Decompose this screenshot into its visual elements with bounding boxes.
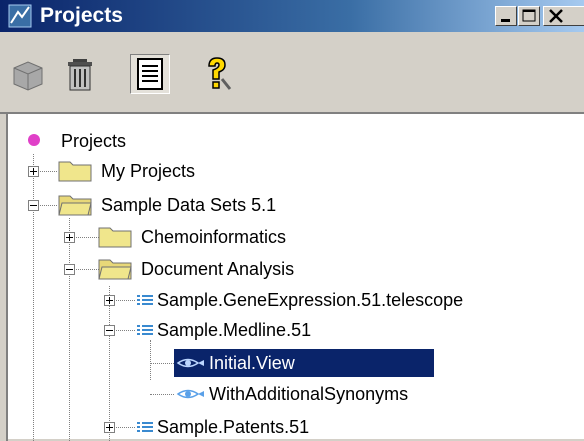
title-bar[interactable]: Projects bbox=[0, 0, 584, 32]
open-folder-icon bbox=[58, 195, 92, 216]
tree-node-label: Sample Data Sets 5.1 bbox=[101, 195, 277, 215]
expand-toggle[interactable] bbox=[64, 232, 75, 243]
delete-button[interactable] bbox=[60, 54, 100, 94]
maximize-button[interactable] bbox=[518, 6, 540, 26]
dataset-icon bbox=[137, 295, 153, 305]
tree-node-projects[interactable]: Projects bbox=[58, 128, 129, 154]
projects-app-icon bbox=[8, 4, 32, 28]
toolbar bbox=[0, 32, 584, 112]
document-icon bbox=[137, 58, 163, 90]
tree-node-label: Sample.Medline.51 bbox=[157, 320, 312, 340]
collapse-toggle[interactable] bbox=[28, 200, 39, 211]
folder-icon bbox=[58, 161, 92, 182]
collapse-toggle[interactable] bbox=[64, 264, 75, 275]
view-icon bbox=[176, 389, 204, 399]
dataset-icon bbox=[137, 325, 153, 335]
root-dot-icon bbox=[28, 134, 40, 146]
maximize-icon bbox=[522, 9, 536, 22]
tree-node-label: Sample.GeneExpression.51.telescope bbox=[157, 290, 464, 310]
tree-node-medline[interactable]: Sample.Medline.51 bbox=[154, 317, 314, 343]
tree-node-my-projects[interactable]: My Projects bbox=[98, 158, 198, 184]
minimize-button[interactable] bbox=[495, 6, 517, 26]
collapse-toggle[interactable] bbox=[104, 325, 115, 336]
document-view-button[interactable] bbox=[130, 54, 170, 94]
help-button[interactable] bbox=[196, 54, 236, 94]
tree-node-initial-view[interactable]: Initial.View bbox=[206, 350, 298, 376]
tree-node-document-analysis[interactable]: Document Analysis bbox=[138, 256, 297, 282]
dataset-icon bbox=[137, 422, 153, 432]
expand-toggle[interactable] bbox=[28, 166, 39, 177]
expand-toggle[interactable] bbox=[104, 422, 115, 433]
help-icon bbox=[208, 57, 232, 90]
open-folder-icon bbox=[98, 259, 132, 280]
tree-node-label: Initial.View bbox=[209, 353, 295, 373]
tree-node-gene-expression[interactable]: Sample.GeneExpression.51.telescope bbox=[154, 287, 466, 313]
folder-icon bbox=[98, 227, 132, 248]
tree-node-with-synonyms[interactable]: WithAdditionalSynonyms bbox=[206, 381, 411, 407]
tree-node-label: Sample.Patents.51 bbox=[157, 417, 310, 437]
tree-node-sample-data-sets[interactable]: Sample Data Sets 5.1 bbox=[98, 192, 279, 218]
package-icon bbox=[13, 61, 43, 91]
tree-node-label: WithAdditionalSynonyms bbox=[209, 384, 409, 404]
minimize-icon bbox=[501, 19, 510, 22]
tree-node-label: Document Analysis bbox=[141, 259, 295, 279]
tree-node-label: My Projects bbox=[101, 161, 196, 181]
window-title: Projects bbox=[40, 4, 123, 27]
trash-icon bbox=[68, 59, 92, 91]
expand-toggle[interactable] bbox=[104, 295, 115, 306]
tree-node-chemoinformatics[interactable]: Chemoinformatics bbox=[138, 224, 289, 250]
tree-node-label: Projects bbox=[61, 131, 127, 151]
package-button[interactable] bbox=[8, 54, 48, 94]
close-button[interactable] bbox=[543, 6, 584, 26]
tree-node-patents[interactable]: Sample.Patents.51 bbox=[154, 414, 312, 440]
view-icon bbox=[176, 358, 204, 368]
tree-node-label: Chemoinformatics bbox=[141, 227, 287, 247]
close-icon bbox=[549, 9, 563, 23]
project-tree[interactable]: Projects My Projects Sample Data Sets 5.… bbox=[0, 112, 584, 441]
